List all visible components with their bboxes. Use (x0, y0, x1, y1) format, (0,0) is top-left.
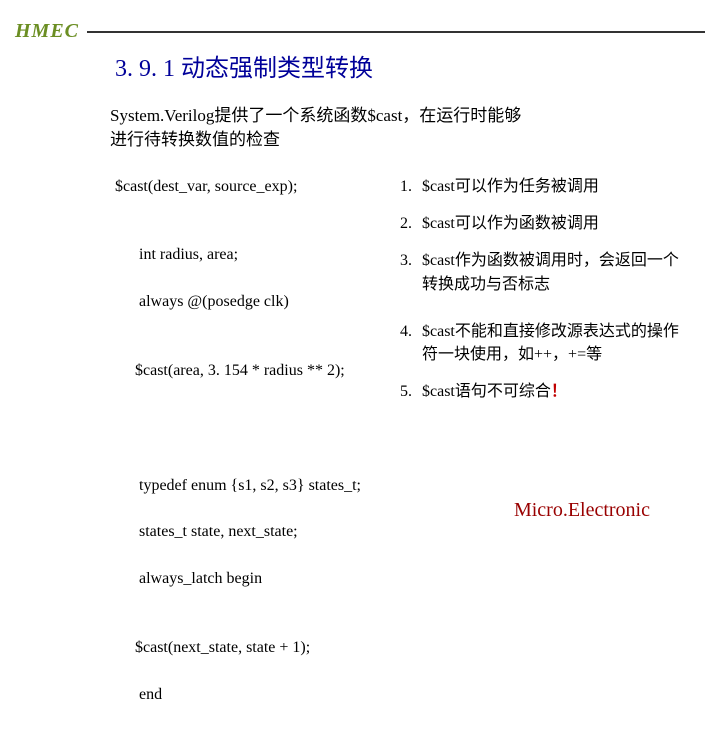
note-text: $cast可以作为任务被调用 (422, 175, 680, 198)
code-block-2: int radius, area; always @(posedge clk) … (115, 220, 390, 429)
note-text: $cast作为函数被调用时，会返回一个转换成功与否标志 (422, 249, 680, 295)
footer-text: Micro.Electronic (514, 499, 650, 522)
code-line: always_latch begin (139, 570, 262, 587)
code-line: $cast(next_state, state + 1); (115, 636, 390, 659)
intro-line-1: System.Verilog提供了一个系统函数$cast，在运行时能够 (110, 106, 521, 125)
code-line: always @(posedge clk) (139, 293, 289, 310)
slide-title: 3. 9. 1 动态强制类型转换 (115, 48, 373, 83)
note-text: $cast可以作为函数被调用 (422, 212, 680, 235)
code-line: end (139, 686, 162, 703)
note-item-1: 1. $cast可以作为任务被调用 (400, 175, 680, 198)
intro-text: System.Verilog提供了一个系统函数$cast，在运行时能够 进行待转… (110, 104, 660, 152)
note-text: $cast不能和直接修改源表达式的操作符一块使用，如++，+=等 (422, 320, 680, 366)
header: HMEC (15, 20, 705, 43)
header-rule (87, 31, 705, 33)
note-number: 1. (400, 175, 422, 198)
note-text-body: $cast语句不可综合 (422, 383, 551, 400)
note-item-5: 5. $cast语句不可综合！ (400, 380, 680, 403)
content-grid: $cast(dest_var, source_exp); int radius,… (115, 175, 680, 751)
note-item-2: 2. $cast可以作为函数被调用 (400, 212, 680, 235)
code-line: $cast(area, 3. 154 * radius ** 2); (115, 359, 390, 382)
note-number: 3. (400, 249, 422, 295)
code-column: $cast(dest_var, source_exp); int radius,… (115, 175, 390, 751)
note-number: 4. (400, 320, 422, 366)
exclaim-mark: ！ (551, 383, 567, 400)
note-number: 2. (400, 212, 422, 235)
notes-column: 1. $cast可以作为任务被调用 2. $cast可以作为函数被调用 3. $… (400, 175, 680, 751)
intro-line-2: 进行待转换数值的检查 (110, 130, 280, 149)
note-text: $cast语句不可综合！ (422, 380, 680, 403)
brand-logo: HMEC (15, 20, 87, 43)
code-line: int radius, area; (139, 246, 238, 263)
code-block-3: typedef enum {s1, s2, s3} states_t; stat… (115, 451, 390, 729)
code-line: typedef enum {s1, s2, s3} states_t; (139, 477, 361, 494)
note-number: 5. (400, 380, 422, 403)
code-line: states_t state, next_state; (139, 523, 298, 540)
code-block-1: $cast(dest_var, source_exp); (115, 175, 390, 198)
note-item-4: 4. $cast不能和直接修改源表达式的操作符一块使用，如++，+=等 (400, 320, 680, 366)
note-item-3: 3. $cast作为函数被调用时，会返回一个转换成功与否标志 (400, 249, 680, 295)
